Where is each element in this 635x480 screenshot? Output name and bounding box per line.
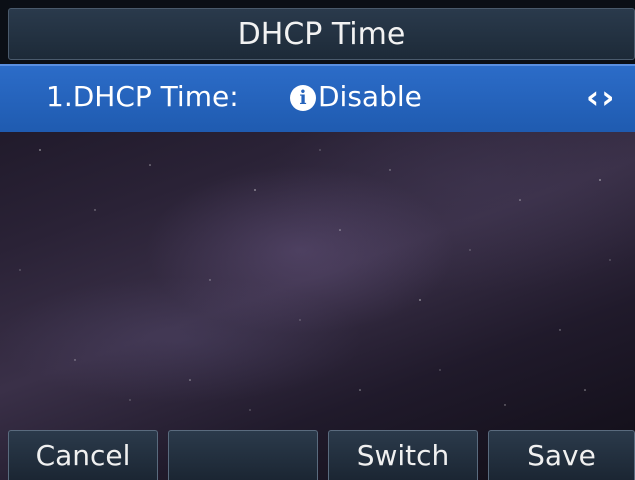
setting-label: 1.DHCP Time: <box>46 80 239 113</box>
page-title: DHCP Time <box>8 8 635 60</box>
phone-screen: DHCP Time 1.DHCP Time: i Disable ‹› Canc… <box>0 0 635 480</box>
save-button[interactable]: Save <box>488 430 635 480</box>
header-bar: DHCP Time <box>0 0 635 64</box>
left-right-arrows-icon[interactable]: ‹› <box>586 78 616 116</box>
switch-button[interactable]: Switch <box>328 430 478 480</box>
cancel-button[interactable]: Cancel <box>8 430 158 480</box>
empty-softkey[interactable] <box>168 430 318 480</box>
setting-row-dhcp-time[interactable]: 1.DHCP Time: i Disable ‹› <box>0 64 635 132</box>
info-icon: i <box>290 85 316 111</box>
softkey-bar: Cancel Switch Save <box>0 430 635 480</box>
setting-value[interactable]: Disable <box>318 80 422 113</box>
